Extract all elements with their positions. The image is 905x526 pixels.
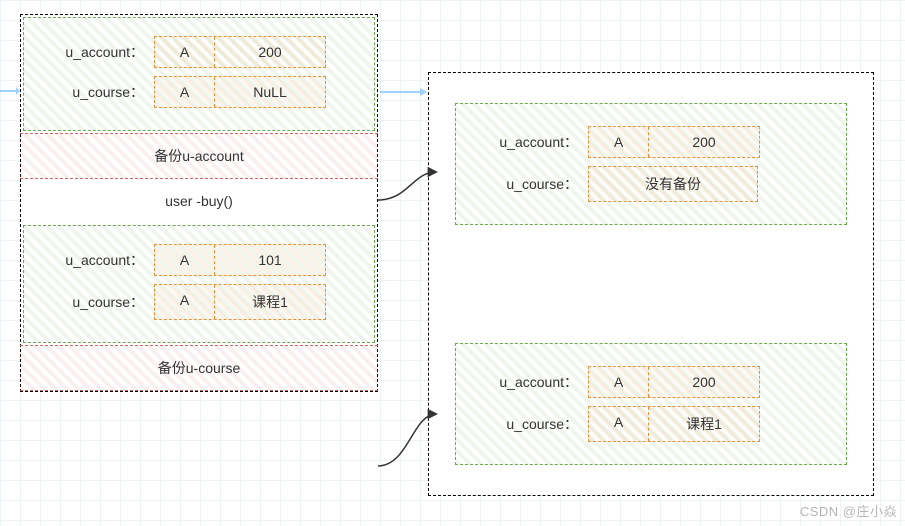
row-u-course-snap1: u_course： 没有备份 xyxy=(468,166,834,202)
row-u-course-before: u_course： A NuLL xyxy=(34,76,364,108)
label-u-account: u_account： xyxy=(34,42,144,62)
cell-key: A xyxy=(589,127,649,157)
label-u-course: u_course： xyxy=(468,174,578,194)
action-bar: user -buy() xyxy=(21,179,377,223)
backup-course-bar: 备份u-course xyxy=(20,345,378,391)
pair-u-course-after: A 课程1 xyxy=(154,284,326,320)
pair-u-account-after: A 101 xyxy=(154,244,326,276)
label-u-account: u_account： xyxy=(468,132,578,152)
pair-u-course-snap2: A 课程1 xyxy=(588,406,760,442)
backup-account-bar: 备份u-account xyxy=(20,133,378,179)
row-u-course-snap2: u_course： A 课程1 xyxy=(468,406,834,442)
cell-key: A xyxy=(589,367,649,397)
cell-value: 200 xyxy=(215,37,325,67)
action-text: user -buy() xyxy=(165,193,233,209)
watermark: CSDN @庄小焱 xyxy=(800,501,897,520)
label-u-account: u_account： xyxy=(34,250,144,270)
cell-key: A xyxy=(155,285,215,319)
left-timeline: u_account： A 200 u_course： A NuLL 备份u-ac… xyxy=(20,14,378,392)
state-after: u_account： A 101 u_course： A 课程1 xyxy=(23,225,375,343)
cell-value: 200 xyxy=(649,367,759,397)
pair-u-course-before: A NuLL xyxy=(154,76,326,108)
label-u-course: u_course： xyxy=(34,82,144,102)
cell-value: NuLL xyxy=(215,77,325,107)
pair-u-account-before: A 200 xyxy=(154,36,326,68)
cell-key: A xyxy=(155,245,215,275)
no-backup-badge: 没有备份 xyxy=(588,166,758,202)
pair-u-account-snap1: A 200 xyxy=(588,126,760,158)
pair-u-account-snap2: A 200 xyxy=(588,366,760,398)
decoration-tick xyxy=(0,90,18,92)
cell-value: 200 xyxy=(649,127,759,157)
arrow-blue-mid xyxy=(380,86,428,98)
row-u-course-after: u_course： A 课程1 xyxy=(34,284,364,320)
label-u-course: u_course： xyxy=(468,414,578,434)
backup-course-text: 备份u-course xyxy=(158,360,240,376)
cell-value: 课程1 xyxy=(215,285,325,319)
right-snapshots: u_account： A 200 u_course： 没有备份 u_accoun… xyxy=(428,72,874,496)
label-u-course: u_course： xyxy=(34,292,144,312)
row-u-account-snap2: u_account： A 200 xyxy=(468,366,834,398)
state-before: u_account： A 200 u_course： A NuLL xyxy=(23,17,375,131)
cell-key: A xyxy=(589,407,649,441)
cell-value: 101 xyxy=(215,245,325,275)
label-u-account: u_account： xyxy=(468,372,578,392)
snapshot-2: u_account： A 200 u_course： A 课程1 xyxy=(455,343,847,465)
row-u-account-after: u_account： A 101 xyxy=(34,244,364,276)
cell-key: A xyxy=(155,37,215,67)
cell-key: A xyxy=(155,77,215,107)
row-u-account-snap1: u_account： A 200 xyxy=(468,126,834,158)
backup-account-text: 备份u-account xyxy=(154,148,243,164)
row-u-account-before: u_account： A 200 xyxy=(34,36,364,68)
cell-value: 课程1 xyxy=(649,407,759,441)
snapshot-1: u_account： A 200 u_course： 没有备份 xyxy=(455,103,847,225)
